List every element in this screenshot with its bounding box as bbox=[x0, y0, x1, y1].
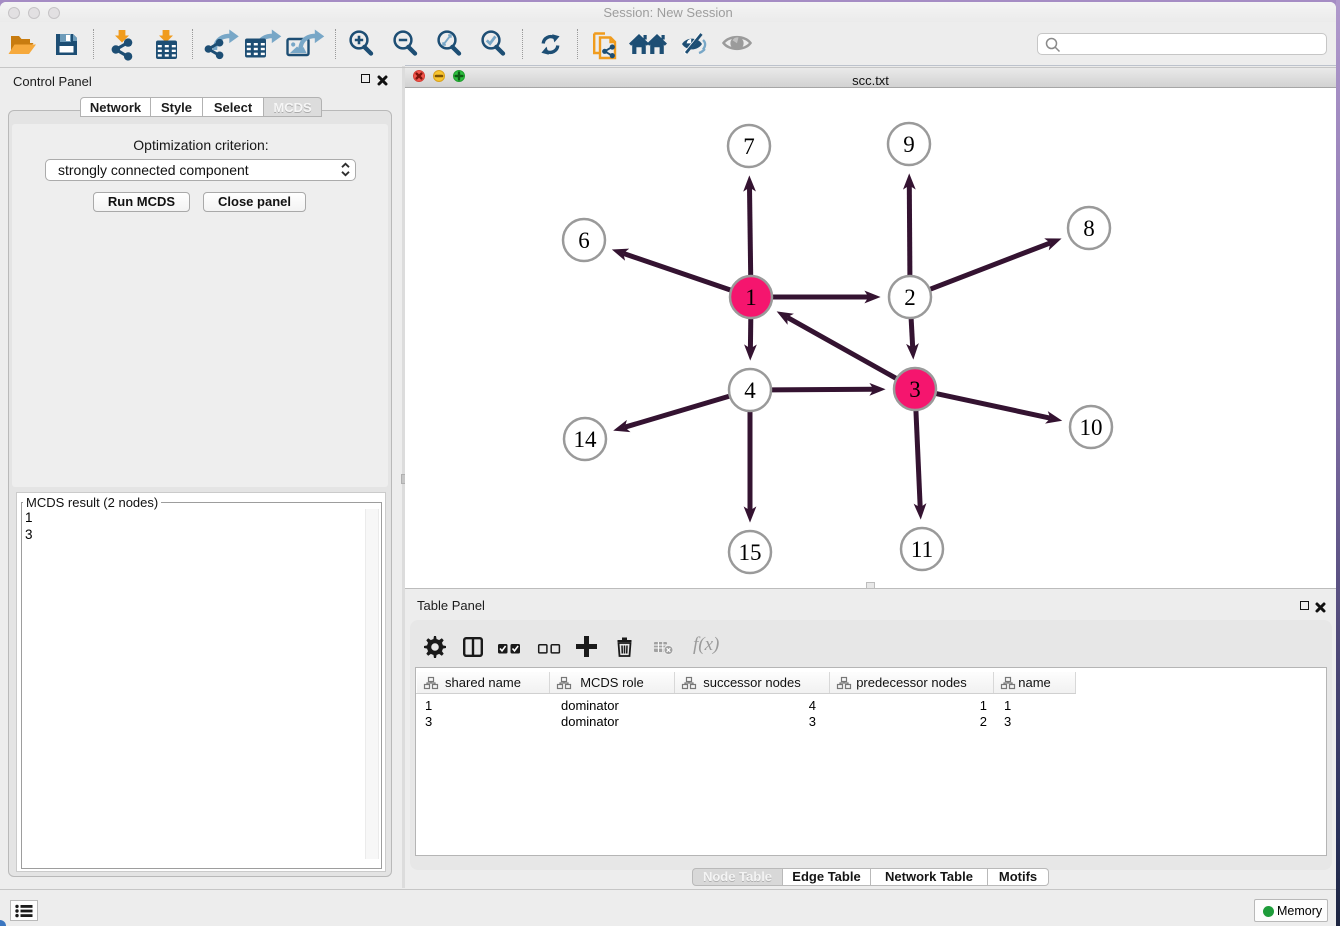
svg-text:7: 7 bbox=[743, 134, 755, 159]
svg-text:9: 9 bbox=[903, 132, 915, 157]
svg-text:4: 4 bbox=[744, 378, 756, 403]
svg-text:6: 6 bbox=[578, 228, 590, 253]
svg-text:2: 2 bbox=[904, 285, 916, 310]
svg-text:14: 14 bbox=[574, 427, 598, 452]
svg-text:1: 1 bbox=[745, 285, 757, 310]
svg-text:15: 15 bbox=[739, 540, 762, 565]
svg-text:10: 10 bbox=[1080, 415, 1103, 440]
svg-text:3: 3 bbox=[909, 377, 921, 402]
svg-text:8: 8 bbox=[1083, 216, 1095, 241]
svg-text:11: 11 bbox=[911, 537, 933, 562]
